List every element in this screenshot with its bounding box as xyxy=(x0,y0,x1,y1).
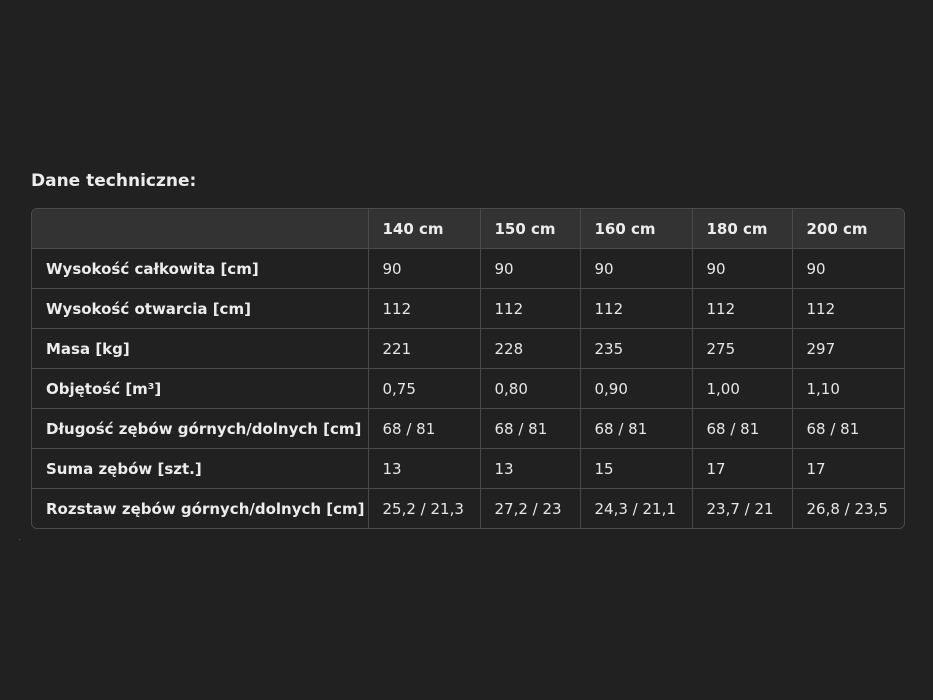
spec-table: 140 cm 150 cm 160 cm 180 cm 200 cm Wysok… xyxy=(32,209,904,528)
header-cell-180: 180 cm xyxy=(692,209,793,249)
table-cell: 68 / 81 xyxy=(692,408,793,449)
stray-dot xyxy=(19,539,20,540)
table-cell: 27,2 / 23 xyxy=(480,488,581,528)
table-cell: 68 / 81 xyxy=(792,408,904,449)
table-row: Długość zębów górnych/dolnych [cm] 68 / … xyxy=(32,408,904,449)
table-cell: 112 xyxy=(692,288,793,329)
table-cell: 90 xyxy=(792,248,904,289)
row-label: Masa [kg] xyxy=(32,328,369,369)
header-cell-empty xyxy=(32,209,369,249)
table-cell: 68 / 81 xyxy=(368,408,481,449)
table-cell: 112 xyxy=(580,288,693,329)
row-label: Rozstaw zębów górnych/dolnych [cm] xyxy=(32,488,369,528)
table-cell: 1,00 xyxy=(692,368,793,409)
section-title: Dane techniczne: xyxy=(31,171,197,191)
table-cell: 90 xyxy=(580,248,693,289)
table-cell: 68 / 81 xyxy=(580,408,693,449)
table-cell: 221 xyxy=(368,328,481,369)
table-row: Wysokość całkowita [cm] 90 90 90 90 90 xyxy=(32,248,904,289)
table-header-row: 140 cm 150 cm 160 cm 180 cm 200 cm xyxy=(32,209,904,249)
table-cell: 24,3 / 21,1 xyxy=(580,488,693,528)
table-row: Wysokość otwarcia [cm] 112 112 112 112 1… xyxy=(32,288,904,329)
table-row: Rozstaw zębów górnych/dolnych [cm] 25,2 … xyxy=(32,488,904,528)
table-cell: 17 xyxy=(792,448,904,489)
row-label: Wysokość całkowita [cm] xyxy=(32,248,369,289)
row-label: Długość zębów górnych/dolnych [cm] xyxy=(32,408,369,449)
table-cell: 25,2 / 21,3 xyxy=(368,488,481,528)
table-cell: 90 xyxy=(368,248,481,289)
header-cell-160: 160 cm xyxy=(580,209,693,249)
table-cell: 112 xyxy=(480,288,581,329)
table-cell: 275 xyxy=(692,328,793,369)
table-row: Suma zębów [szt.] 13 13 15 17 17 xyxy=(32,448,904,489)
table-cell: 17 xyxy=(692,448,793,489)
header-cell-200: 200 cm xyxy=(792,209,904,249)
table-cell: 13 xyxy=(480,448,581,489)
table-cell: 13 xyxy=(368,448,481,489)
table-cell: 112 xyxy=(368,288,481,329)
table-cell: 1,10 xyxy=(792,368,904,409)
table-row: Masa [kg] 221 228 235 275 297 xyxy=(32,328,904,369)
row-label: Wysokość otwarcia [cm] xyxy=(32,288,369,329)
table-cell: 235 xyxy=(580,328,693,369)
row-label: Suma zębów [szt.] xyxy=(32,448,369,489)
table-cell: 90 xyxy=(480,248,581,289)
spec-table-container: 140 cm 150 cm 160 cm 180 cm 200 cm Wysok… xyxy=(31,208,905,529)
header-cell-140: 140 cm xyxy=(368,209,481,249)
table-cell: 0,90 xyxy=(580,368,693,409)
table-cell: 90 xyxy=(692,248,793,289)
row-label: Objętość [m³] xyxy=(32,368,369,409)
table-row: Objętość [m³] 0,75 0,80 0,90 1,00 1,10 xyxy=(32,368,904,409)
table-cell: 15 xyxy=(580,448,693,489)
table-cell: 297 xyxy=(792,328,904,369)
table-cell: 23,7 / 21 xyxy=(692,488,793,528)
table-cell: 112 xyxy=(792,288,904,329)
table-cell: 0,80 xyxy=(480,368,581,409)
table-cell: 228 xyxy=(480,328,581,369)
table-cell: 0,75 xyxy=(368,368,481,409)
table-cell: 26,8 / 23,5 xyxy=(792,488,904,528)
table-cell: 68 / 81 xyxy=(480,408,581,449)
header-cell-150: 150 cm xyxy=(480,209,581,249)
